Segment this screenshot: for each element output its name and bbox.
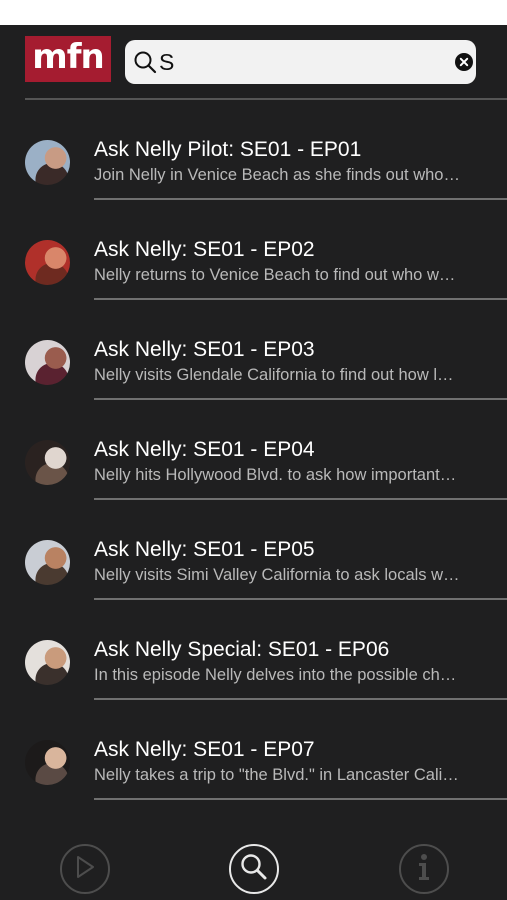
- search-icon: [133, 47, 157, 77]
- search-bar[interactable]: [125, 40, 476, 84]
- episode-description: Nelly visits Glendale California to find…: [94, 366, 454, 384]
- tab-search[interactable]: [229, 844, 279, 894]
- header: mfn: [0, 25, 507, 100]
- search-icon: [239, 852, 269, 887]
- episode-thumbnail: [25, 240, 70, 285]
- clear-search-icon[interactable]: [455, 51, 473, 73]
- episode-thumbnail: [25, 640, 70, 685]
- episode-description: Nelly visits Simi Valley California to a…: [94, 566, 460, 584]
- episode-thumbnail: [25, 740, 70, 785]
- episode-title: Ask Nelly Special: SE01 - EP06: [94, 638, 390, 661]
- list-item[interactable]: Ask Nelly Pilot: SE01 - EP01 Join Nelly …: [0, 100, 507, 200]
- episode-description: In this episode Nelly delves into the po…: [94, 666, 457, 684]
- episode-thumbnail: [25, 540, 70, 585]
- mfn-logo[interactable]: mfn: [25, 36, 111, 82]
- divider: [94, 798, 507, 800]
- list-item[interactable]: Ask Nelly: SE01 - EP05 Nelly visits Simi…: [0, 500, 507, 600]
- info-icon: [413, 852, 435, 887]
- episode-description: Nelly takes a trip to "the Blvd." in Lan…: [94, 766, 459, 784]
- search-input[interactable]: [157, 42, 455, 82]
- play-icon: [74, 854, 96, 885]
- list-item[interactable]: Ask Nelly Special: SE01 - EP06 In this e…: [0, 600, 507, 700]
- tab-bar: [0, 820, 507, 900]
- episode-title: Ask Nelly: SE01 - EP03: [94, 338, 315, 361]
- list-item[interactable]: Ask Nelly: SE01 - EP02 Nelly returns to …: [0, 200, 507, 300]
- episode-thumbnail: [25, 340, 70, 385]
- episode-title: Ask Nelly: SE01 - EP05: [94, 538, 315, 561]
- list-item[interactable]: Ask Nelly: SE01 - EP03 Nelly visits Glen…: [0, 300, 507, 400]
- tab-info[interactable]: [399, 844, 449, 894]
- episode-thumbnail: [25, 440, 70, 485]
- episode-thumbnail: [25, 140, 70, 185]
- episode-title: Ask Nelly Pilot: SE01 - EP01: [94, 138, 362, 161]
- episode-description: Join Nelly in Venice Beach as she finds …: [94, 166, 460, 184]
- episode-title: Ask Nelly: SE01 - EP07: [94, 738, 315, 761]
- search-results-list: Ask Nelly Pilot: SE01 - EP01 Join Nelly …: [0, 100, 507, 800]
- episode-title: Ask Nelly: SE01 - EP02: [94, 238, 315, 261]
- list-item[interactable]: Ask Nelly: SE01 - EP07 Nelly takes a tri…: [0, 700, 507, 800]
- episode-description: Nelly hits Hollywood Blvd. to ask how im…: [94, 466, 457, 484]
- tab-play[interactable]: [60, 844, 110, 894]
- status-bar: [0, 0, 507, 25]
- episode-description: Nelly returns to Venice Beach to find ou…: [94, 266, 456, 284]
- list-item[interactable]: Ask Nelly: SE01 - EP04 Nelly hits Hollyw…: [0, 400, 507, 500]
- logo-text: mfn: [32, 37, 104, 77]
- episode-title: Ask Nelly: SE01 - EP04: [94, 438, 315, 461]
